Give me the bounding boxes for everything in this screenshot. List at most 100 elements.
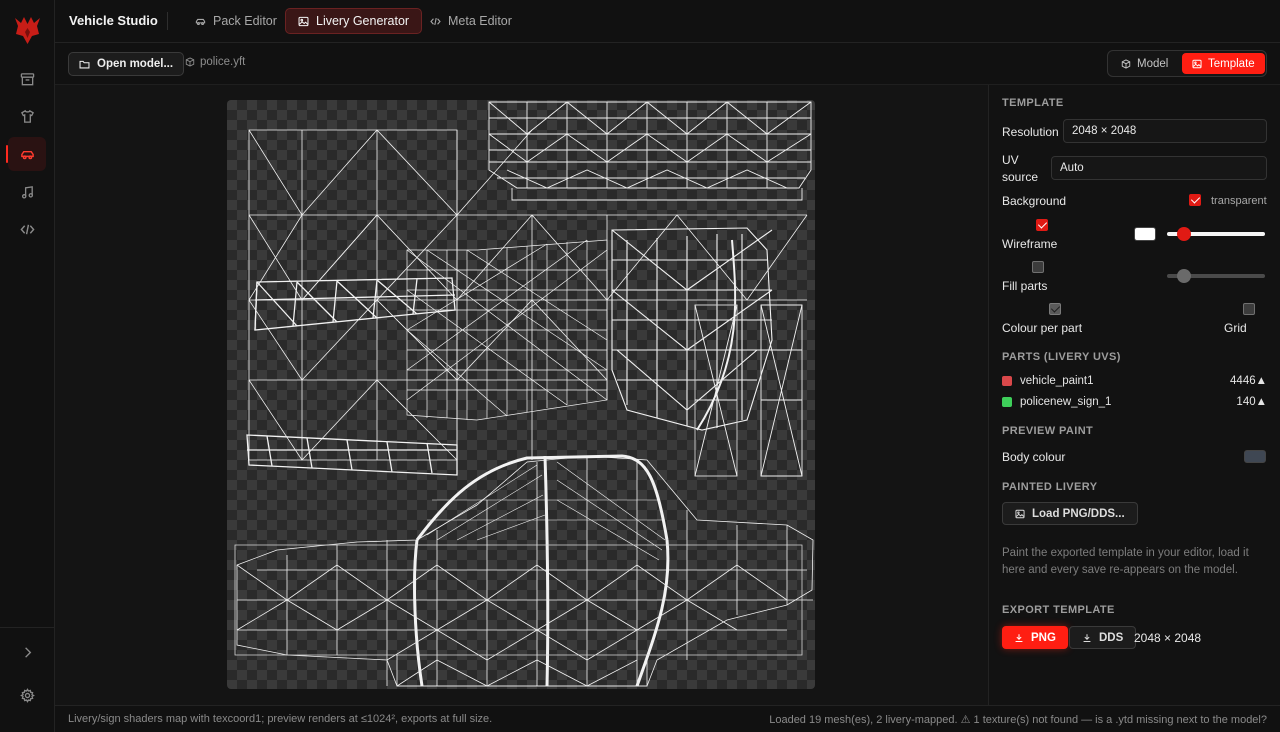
folder-icon (79, 60, 90, 68)
car-icon (20, 150, 34, 159)
rail-expand-button[interactable] (8, 635, 46, 669)
template-heading: TEMPLATE (1002, 97, 1064, 109)
background-label: Background (1002, 194, 1067, 208)
part-triangle-count: 4446▲ (1230, 375, 1267, 387)
uv-source-select[interactable]: Auto (1051, 156, 1267, 180)
part-row[interactable]: policenew_sign_1 (1002, 396, 1111, 408)
left-rail (0, 0, 55, 732)
template-settings-panel: TEMPLATE Resolution 2048 × 2048 UV sourc… (988, 85, 1280, 705)
rail-music-button[interactable] (8, 175, 46, 209)
export-png-button[interactable]: PNG (1002, 626, 1068, 649)
rail-vehicle-button[interactable] (6, 137, 46, 171)
body-colour-swatch[interactable] (1244, 450, 1266, 463)
open-model-label: Open model... (97, 58, 174, 70)
cube-icon (185, 57, 195, 67)
tab-meta-editor[interactable]: Meta Editor (417, 8, 525, 34)
tab-livery-generator[interactable]: Livery Generator (285, 8, 423, 34)
shirt-icon (20, 109, 34, 123)
view-mode-toggle: Model Template (1107, 50, 1267, 77)
export-dds-button[interactable]: DDS (1069, 626, 1137, 649)
code-icon (430, 17, 441, 25)
uv-island-body-side (236, 455, 814, 687)
transparent-label: transparent (1211, 195, 1267, 207)
wireframe-checkbox[interactable] (1036, 219, 1048, 231)
tab-label: Pack Editor (213, 14, 277, 28)
uv-window-frame (413, 454, 670, 687)
app-title: Vehicle Studio (69, 13, 158, 28)
fill-opacity-slider[interactable] (1167, 269, 1265, 283)
car-icon (195, 18, 206, 25)
load-livery-button[interactable]: Load PNG/DDS... (1002, 502, 1138, 525)
title-divider (167, 12, 168, 30)
tab-pack-editor[interactable]: Pack Editor (182, 8, 290, 34)
chevron-right-icon (24, 646, 31, 658)
export-size-label: 2048 × 2048 (1134, 631, 1202, 645)
grid-label: Grid (1224, 321, 1247, 335)
tab-label: Livery Generator (316, 14, 410, 28)
load-livery-label: Load PNG/DDS... (1032, 507, 1125, 520)
uv-island-side-upper (254, 277, 456, 331)
rail-divider (0, 627, 55, 628)
download-icon (1015, 633, 1023, 642)
rail-archive-button[interactable] (8, 62, 46, 96)
part-row[interactable]: vehicle_paint1 (1002, 375, 1094, 387)
export-dds-label: DDS (1099, 631, 1124, 644)
gear-icon (19, 687, 35, 703)
rail-settings-button[interactable] (8, 678, 46, 712)
cube-icon (1121, 58, 1131, 69)
open-model-button[interactable]: Open model... (68, 52, 185, 76)
export-template-heading: EXPORT TEMPLATE (1002, 604, 1115, 616)
grid-checkbox[interactable] (1243, 303, 1255, 315)
uv-source-label: UV source (1002, 153, 1039, 184)
fill-parts-label: Fill parts (1002, 279, 1048, 293)
status-right-text: Loaded 19 mesh(es), 2 livery-mapped. ⚠ 1… (769, 714, 1267, 726)
part-color-swatch (1002, 376, 1012, 386)
uv-island-door (406, 239, 608, 421)
painted-livery-heading: PAINTED LIVERY (1002, 481, 1098, 493)
resolution-select[interactable]: 2048 × 2048 (1063, 119, 1267, 143)
template-viewport[interactable] (55, 85, 988, 705)
filename-text: police.yft (200, 56, 246, 68)
uv-island-outline (234, 544, 803, 687)
wireframe-color-swatch[interactable] (1134, 227, 1156, 241)
transparent-checkbox[interactable] (1189, 194, 1201, 206)
body-colour-label: Body colour (1002, 450, 1066, 464)
code-icon (19, 224, 35, 234)
wireframe-opacity-slider[interactable] (1167, 227, 1265, 241)
wireframe-label: Wireframe (1002, 237, 1058, 251)
view-model-label: Model (1137, 57, 1169, 70)
export-png-label: PNG (1031, 631, 1056, 644)
view-template-button[interactable]: Template (1182, 53, 1265, 74)
music-icon (21, 185, 33, 199)
uv-island-sill (246, 434, 458, 476)
slider-thumb[interactable] (1177, 269, 1191, 283)
parts-heading: PARTS (LIVERY UVS) (1002, 351, 1121, 363)
part-name: policenew_sign_1 (1020, 396, 1112, 408)
image-icon (1015, 509, 1025, 518)
toolbar: Open model... police.yft Model Template (55, 43, 1280, 85)
archive-icon (20, 72, 34, 85)
status-bar: Livery/sign shaders map with texcoord1; … (55, 705, 1280, 732)
view-model-button[interactable]: Model (1111, 53, 1178, 74)
preview-paint-heading: PREVIEW PAINT (1002, 425, 1094, 437)
uv-template-canvas[interactable] (227, 100, 815, 689)
uv-island-quarter (611, 227, 773, 431)
slider-thumb[interactable] (1177, 227, 1191, 241)
uv-island-trim-right (694, 304, 803, 477)
fill-parts-checkbox[interactable] (1032, 261, 1044, 273)
tab-label: Meta Editor (448, 14, 512, 28)
colour-per-part-checkbox[interactable] (1049, 303, 1061, 315)
rail-code-button[interactable] (8, 212, 46, 246)
view-template-label: Template (1208, 57, 1255, 70)
part-triangle-count: 140▲ (1236, 396, 1267, 408)
app-logo-icon (15, 17, 40, 44)
part-color-swatch (1002, 397, 1012, 407)
uv-island-bumper (488, 101, 812, 201)
status-left-text: Livery/sign shaders map with texcoord1; … (68, 713, 493, 725)
image-icon (298, 16, 309, 26)
resolution-label: Resolution (1002, 125, 1059, 139)
colour-per-part-label: Colour per part (1002, 321, 1083, 335)
livery-help-text: Paint the exported template in your edit… (1002, 547, 1249, 576)
rail-shirt-button[interactable] (8, 99, 46, 133)
uv-wireframe (234, 101, 814, 687)
